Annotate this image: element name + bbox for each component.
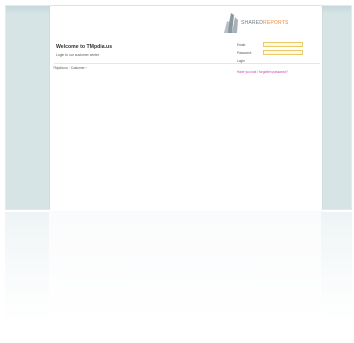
login-form: Email: Password: Login Have you lost / f…: [237, 42, 321, 74]
password-field[interactable]: [263, 50, 303, 55]
page-title: Welcome to TMpdia.us: [56, 44, 113, 50]
logo-text-accent: REPORTS: [263, 20, 289, 26]
login-button[interactable]: Login: [237, 59, 245, 63]
page-subtitle: Login to our customer center: [56, 53, 100, 57]
preview-stage: SHAREDREPORTS Welcome to TMpdia.us Login…: [0, 0, 354, 343]
reflection-page: [49, 212, 321, 322]
breadcrumb[interactable]: TMpdia.us · Customer ›: [53, 66, 86, 70]
password-row: Password:: [237, 50, 321, 57]
email-field[interactable]: [263, 42, 303, 47]
card-reflection: [5, 212, 352, 322]
site-logo[interactable]: SHAREDREPORTS: [224, 11, 319, 33]
web-page: SHAREDREPORTS Welcome to TMpdia.us Login…: [50, 6, 322, 211]
logo-text-main: SHARED: [241, 20, 264, 26]
email-row: Email:: [237, 42, 321, 49]
login-row: Login: [237, 58, 321, 65]
logo-icon: [224, 13, 238, 33]
forgot-password-link[interactable]: Have you lost / forgotten password?: [237, 70, 288, 74]
password-label: Password:: [237, 51, 252, 55]
logo-text: SHAREDREPORTS: [241, 20, 289, 26]
email-label: Email:: [237, 43, 246, 47]
screenshot-card: SHAREDREPORTS Welcome to TMpdia.us Login…: [5, 5, 352, 211]
